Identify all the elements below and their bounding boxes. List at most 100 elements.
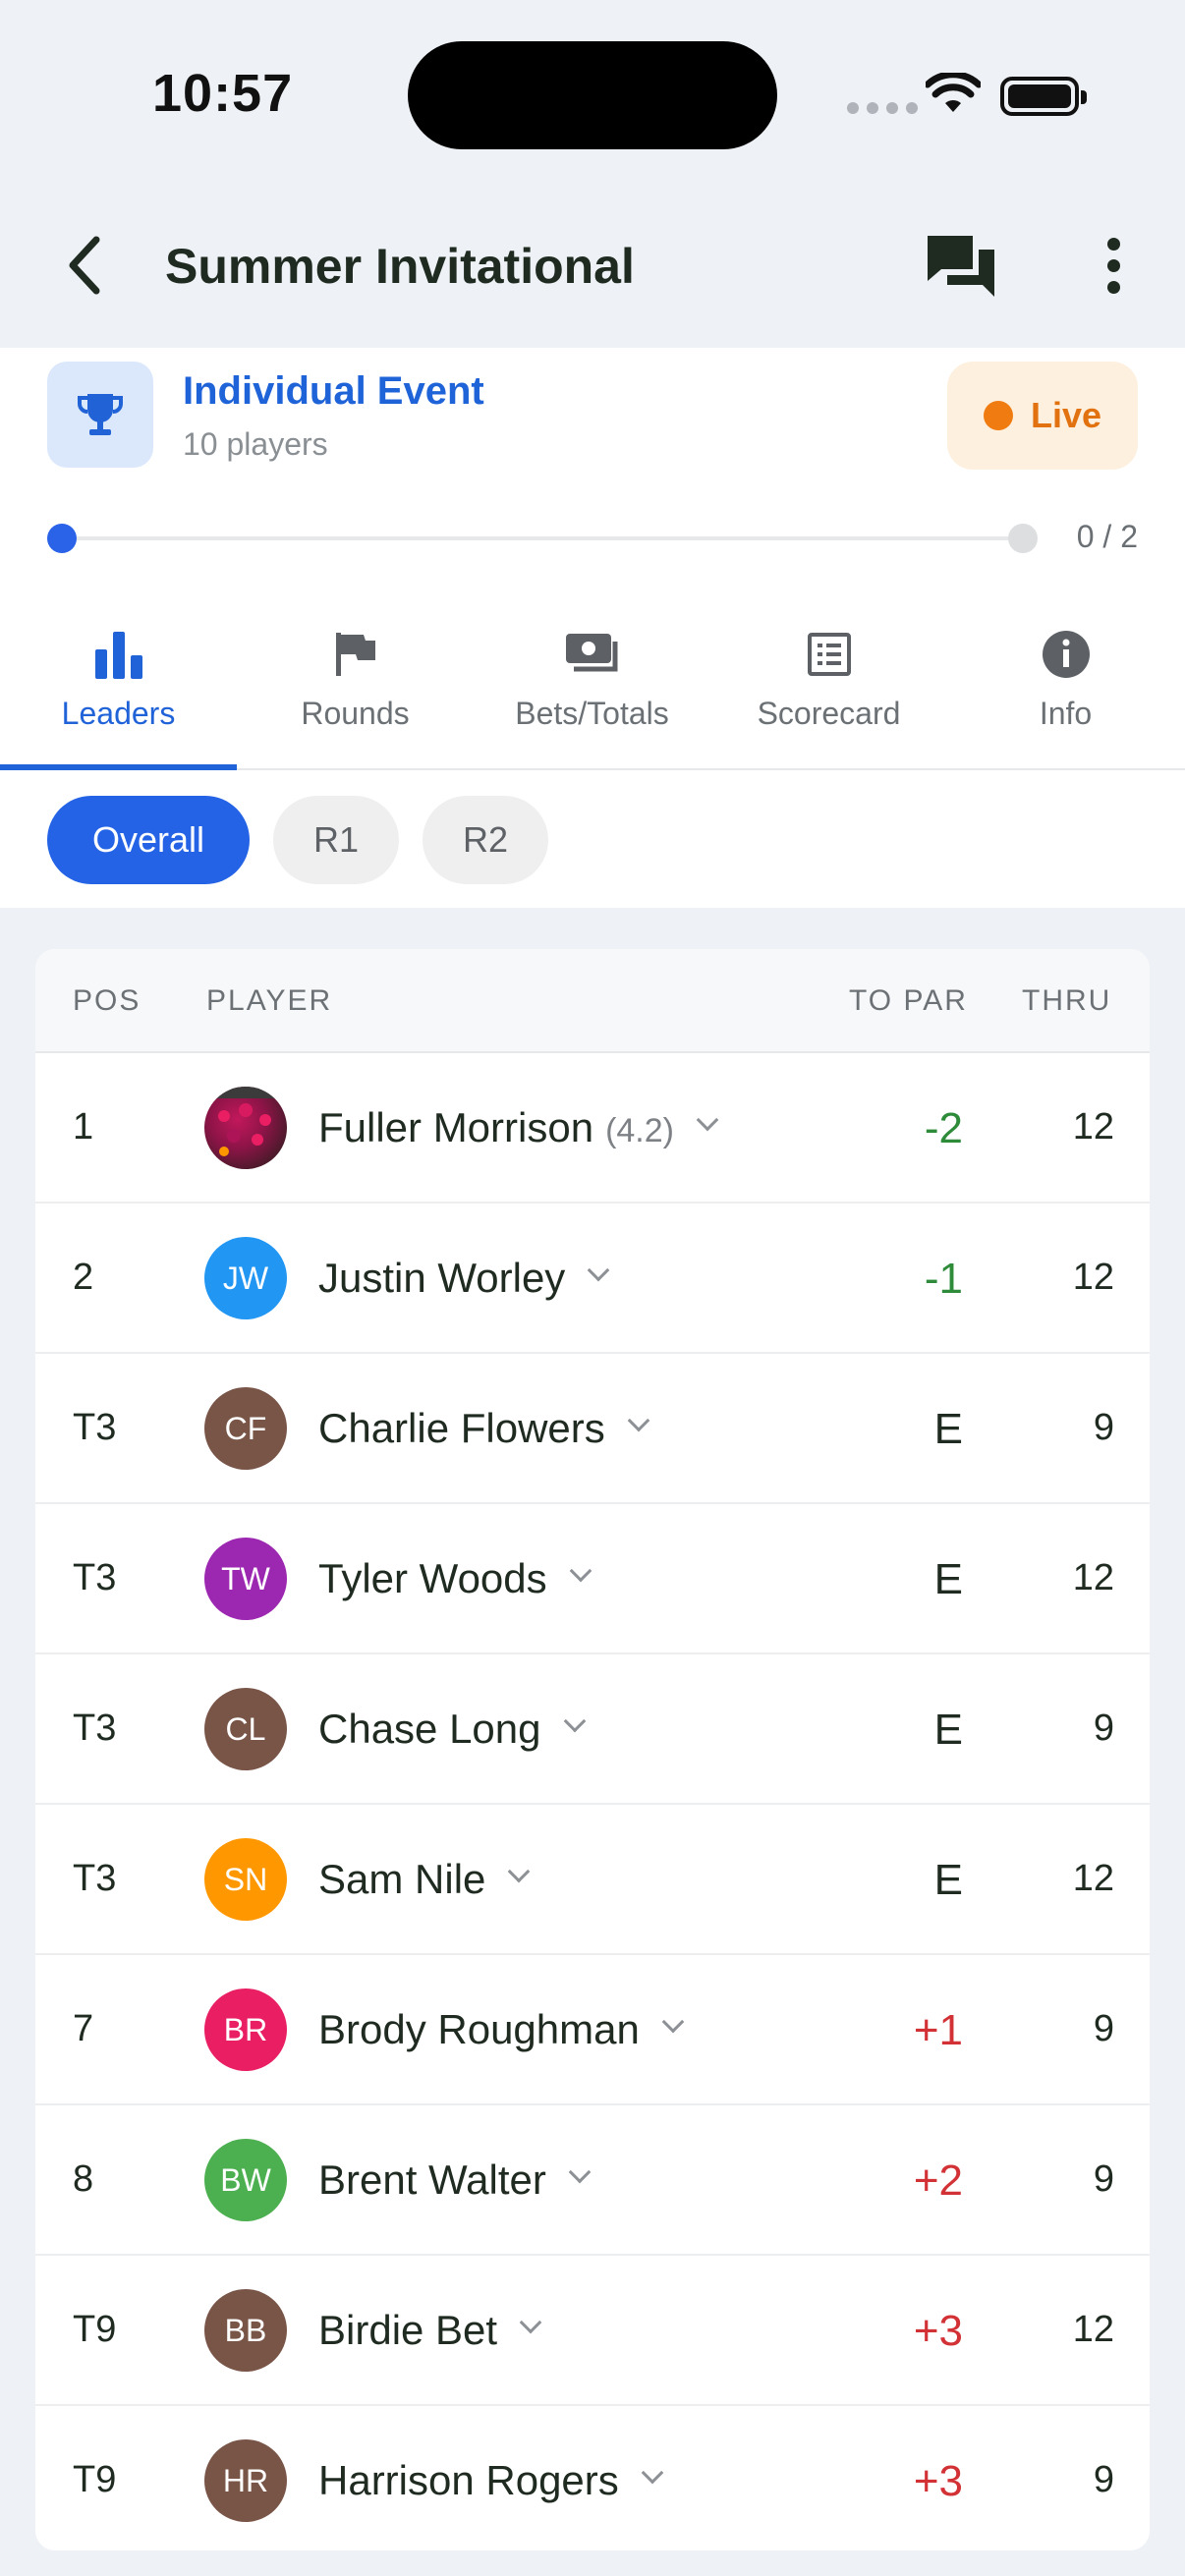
row-position: 7 [73, 2008, 94, 2049]
battery-icon [1000, 77, 1087, 116]
event-panel: Individual Event 10 players Live 0 / 2 L… [0, 348, 1185, 908]
row-position: T3 [73, 1557, 117, 1598]
table-row[interactable]: T3 TW Tyler Woods E 12 [35, 1504, 1150, 1654]
chevron-down-icon[interactable] [641, 2461, 664, 2485]
player-name-group: Charlie Flowers [318, 1405, 650, 1452]
live-label: Live [1030, 395, 1102, 435]
table-row[interactable]: 8 BW Brent Walter +2 9 [35, 2105, 1150, 2256]
chip-r2[interactable]: R2 [423, 796, 548, 884]
table-row[interactable]: T9 BB Birdie Bet +3 12 [35, 2256, 1150, 2406]
chevron-down-icon[interactable] [569, 1559, 592, 1583]
player-name-group: Tyler Woods [318, 1555, 592, 1602]
round-progress: 0 / 2 [47, 519, 1138, 558]
flowers-photo-icon [204, 1087, 287, 1156]
avatar: TW [204, 1538, 287, 1620]
progress-track [59, 536, 1022, 540]
tab-label: Rounds [301, 696, 410, 731]
row-thru: 12 [1072, 1257, 1114, 1298]
back-button[interactable] [55, 226, 114, 305]
row-to-par: E [933, 1405, 963, 1453]
scorecard-icon [807, 633, 851, 676]
player-name: Tyler Woods [318, 1555, 547, 1601]
event-player-count: 10 players [183, 426, 328, 462]
chevron-down-icon[interactable] [508, 1860, 531, 1883]
bar-chart-icon [94, 632, 142, 679]
avatar: BW [204, 2139, 287, 2221]
round-filter-chips: Overall R1 R2 [47, 796, 548, 884]
avatar [204, 1087, 287, 1169]
chevron-down-icon[interactable] [627, 1409, 650, 1432]
header-pos: POS [73, 984, 141, 1017]
signal-icon [847, 102, 918, 114]
tab-info[interactable]: Info [947, 605, 1184, 768]
table-row[interactable]: T3 SN Sam Nile E 12 [35, 1805, 1150, 1955]
dot-icon [1106, 280, 1120, 294]
chevron-down-icon[interactable] [661, 2010, 685, 2034]
live-dot-icon [983, 401, 1013, 430]
player-name: Sam Nile [318, 1856, 486, 1902]
status-time: 10:57 [152, 64, 294, 123]
progress-text: 0 / 2 [1076, 519, 1138, 554]
avatar: BB [204, 2289, 287, 2372]
money-icon [565, 634, 617, 672]
player-name-group: Birdie Bet [318, 2307, 542, 2354]
info-icon [1042, 631, 1090, 678]
player-name-group: Brent Walter [318, 2156, 592, 2204]
player-name-group: Sam Nile [318, 1856, 531, 1903]
player-name: Fuller Morrison [318, 1104, 594, 1150]
player-name-group: Brody Roughman [318, 2006, 685, 2053]
player-name-group: Harrison Rogers [318, 2457, 664, 2504]
tab-rounds[interactable]: Rounds [237, 605, 474, 768]
row-position: T9 [73, 2459, 117, 2500]
table-row[interactable]: 7 BR Brody Roughman +1 9 [35, 1955, 1150, 2105]
table-row[interactable]: 1 Fuller Morrison (4.2) -2 12 [35, 1053, 1150, 1204]
table-row[interactable]: T9 HR Harrison Rogers +3 9 [35, 2406, 1150, 2550]
row-to-par: -2 [924, 1104, 963, 1152]
row-thru: 9 [1093, 2459, 1114, 2500]
row-to-par: +2 [913, 2156, 963, 2205]
row-thru: 9 [1093, 1407, 1114, 1448]
table-header: POS PLAYER TO PAR THRU [35, 949, 1150, 1053]
row-thru: 12 [1072, 2309, 1114, 2350]
row-thru: 9 [1093, 2158, 1114, 2200]
tab-label: Scorecard [757, 696, 901, 731]
row-to-par: +1 [913, 2006, 963, 2054]
row-position: T3 [73, 1858, 117, 1899]
avatar: CL [204, 1688, 287, 1770]
row-thru: 9 [1093, 2008, 1114, 2049]
table-row[interactable]: 2 JW Justin Worley -1 12 [35, 1204, 1150, 1354]
player-name: Chase Long [318, 1706, 541, 1752]
row-thru: 12 [1072, 1106, 1114, 1148]
table-row[interactable]: T3 CL Chase Long E 9 [35, 1654, 1150, 1805]
live-status-badge: Live [947, 362, 1138, 470]
avatar: BR [204, 1988, 287, 2071]
status-bar: 10:57 [0, 0, 1185, 196]
tab-leaders[interactable]: Leaders [0, 605, 237, 770]
row-position: 8 [73, 2158, 94, 2200]
chevron-down-icon[interactable] [519, 2311, 542, 2334]
header-thru: THRU [1022, 984, 1112, 1017]
player-name: Harrison Rogers [318, 2457, 619, 2503]
chat-icon [928, 236, 994, 297]
row-thru: 9 [1093, 1708, 1114, 1749]
table-row[interactable]: T3 CF Charlie Flowers E 9 [35, 1354, 1150, 1504]
player-handicap: (4.2) [605, 1112, 674, 1149]
chevron-down-icon[interactable] [696, 1108, 719, 1132]
chat-button[interactable] [924, 232, 1002, 303]
chevron-down-icon[interactable] [587, 1259, 610, 1282]
more-options-button[interactable] [1089, 226, 1138, 305]
tab-scorecard[interactable]: Scorecard [710, 605, 947, 768]
player-name: Charlie Flowers [318, 1405, 605, 1451]
leaderboard-table: POS PLAYER TO PAR THRU 1 Fuller Morrison… [35, 949, 1150, 2550]
chevron-down-icon[interactable] [568, 2160, 592, 2184]
tab-bets-totals[interactable]: Bets/Totals [474, 605, 710, 768]
wifi-icon [926, 73, 981, 112]
event-title[interactable]: Individual Event [183, 369, 484, 414]
player-name-group: Fuller Morrison (4.2) [318, 1104, 719, 1151]
row-to-par: E [933, 1856, 963, 1904]
chip-overall[interactable]: Overall [47, 796, 250, 884]
chip-r1[interactable]: R1 [273, 796, 399, 884]
chevron-down-icon[interactable] [563, 1709, 586, 1733]
dot-icon [1106, 237, 1120, 251]
header-to-par: TO PAR [849, 984, 968, 1017]
